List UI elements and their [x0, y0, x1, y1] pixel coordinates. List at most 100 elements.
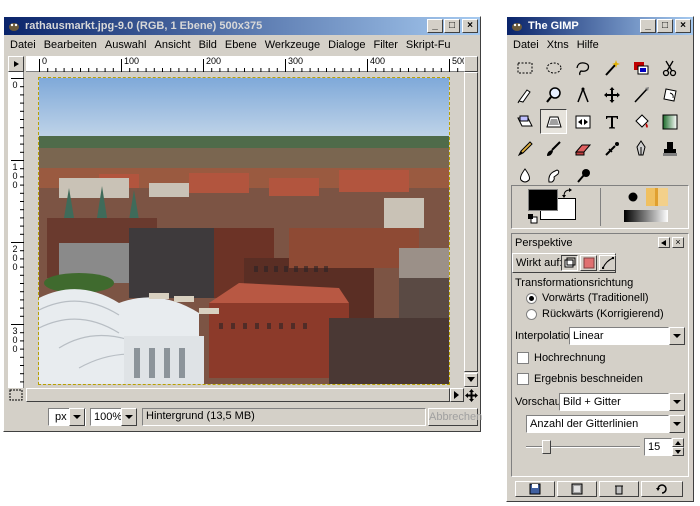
- menu-skript-fu[interactable]: Skript-Fu: [402, 39, 455, 51]
- paintbrush-tool[interactable]: [540, 136, 567, 161]
- rect-select-tool[interactable]: [511, 55, 538, 80]
- vertical-scrollbar[interactable]: [464, 72, 478, 388]
- slider-thumb[interactable]: [542, 440, 551, 454]
- scale-tool[interactable]: [511, 109, 538, 134]
- menu-ebene[interactable]: Ebene: [221, 39, 261, 51]
- direction-backward-option[interactable]: Rückwärts (Korrigierend): [526, 308, 676, 322]
- transform-selection-button[interactable]: [580, 255, 597, 271]
- toolbox-titlebar[interactable]: The GIMP _ □ ×: [507, 17, 693, 35]
- grid-count-spinner[interactable]: [672, 438, 684, 456]
- quick-mask-arrow-button[interactable]: [8, 56, 24, 72]
- move-tool[interactable]: [598, 82, 625, 107]
- toolbox-maximize-button[interactable]: □: [657, 19, 673, 33]
- color-picker-tool[interactable]: [540, 82, 567, 107]
- interpolation-dropdown-button[interactable]: [669, 327, 685, 345]
- color-select-tool[interactable]: [627, 55, 654, 80]
- horizontal-scrollbar[interactable]: [26, 388, 464, 402]
- menu-bearbeiten[interactable]: Bearbeiten: [40, 39, 101, 51]
- bucket-fill-tool[interactable]: [627, 109, 654, 134]
- close-button[interactable]: ×: [462, 19, 478, 33]
- save-options-button[interactable]: [515, 481, 555, 497]
- gradient-preview[interactable]: [624, 210, 668, 222]
- brush-preview[interactable]: [624, 188, 642, 206]
- text-tool[interactable]: [598, 109, 625, 134]
- tool-options-header: Perspektive ×: [512, 234, 688, 252]
- maximize-button[interactable]: □: [444, 19, 460, 33]
- blend-tool[interactable]: [656, 109, 683, 134]
- navigate-button[interactable]: [464, 56, 478, 72]
- grid-mode-select[interactable]: Anzahl der Gitterlinien: [526, 415, 669, 433]
- menu-dialoge[interactable]: Dialoge: [324, 39, 369, 51]
- unit-dropdown-button[interactable]: [69, 408, 85, 426]
- swap-colors-icon[interactable]: [562, 188, 572, 198]
- toolbox-close-button[interactable]: ×: [675, 19, 691, 33]
- spin-up-button[interactable]: [672, 438, 684, 447]
- restore-options-button[interactable]: [557, 481, 597, 497]
- panel-close-button[interactable]: ×: [672, 237, 684, 248]
- menu-ansicht[interactable]: Ansicht: [150, 39, 194, 51]
- direction-forward-option[interactable]: Vorwärts (Traditionell): [526, 292, 676, 306]
- zoom-dropdown-button[interactable]: [121, 408, 137, 426]
- panel-menu-button[interactable]: [658, 237, 670, 248]
- ellipse-select-tool[interactable]: [540, 55, 567, 80]
- airbrush-tool[interactable]: [598, 136, 625, 161]
- scroll-right-arrow[interactable]: [450, 388, 464, 402]
- interpolation-select[interactable]: Linear: [569, 327, 669, 345]
- quick-mask-toggle-icon[interactable]: [8, 388, 24, 402]
- canvas-area[interactable]: [25, 73, 464, 388]
- selection-icon: [583, 257, 594, 269]
- toolbox-menu-hilfe[interactable]: Hilfe: [573, 39, 603, 51]
- cancel-button[interactable]: Abbrechen: [428, 408, 482, 426]
- spin-down-button[interactable]: [672, 447, 684, 456]
- paths-tool[interactable]: [511, 82, 538, 107]
- image-window-titlebar[interactable]: rathausmarkt.jpg-9.0 (RGB, 1 Ebene) 500x…: [4, 17, 480, 35]
- rotate-tool[interactable]: [656, 82, 683, 107]
- move-navigation-icon[interactable]: [464, 388, 478, 402]
- menu-auswahl[interactable]: Auswahl: [101, 39, 151, 51]
- lasso-icon: [575, 61, 589, 75]
- clip-result-checkbox[interactable]: [517, 373, 529, 385]
- supersample-checkbox[interactable]: [517, 352, 529, 364]
- measure-tool[interactable]: [569, 82, 596, 107]
- scroll-down-arrow[interactable]: [464, 373, 478, 387]
- toolbox-menu-xtns[interactable]: Xtns: [543, 39, 573, 51]
- toolbox-menu-datei[interactable]: Datei: [509, 39, 543, 51]
- foreground-color-swatch[interactable]: [528, 189, 558, 211]
- pattern-preview[interactable]: [646, 188, 668, 206]
- preview-select[interactable]: Bild + Gitter: [559, 393, 669, 411]
- transform-layer-button[interactable]: [561, 255, 578, 271]
- clone-tool[interactable]: [656, 136, 683, 161]
- gimp-wilber-icon: [7, 19, 21, 33]
- scissors-select-tool[interactable]: [656, 55, 683, 80]
- vertical-scrollbar-thumb[interactable]: [464, 72, 478, 372]
- trash-icon: [615, 485, 623, 495]
- ink-tool[interactable]: [627, 136, 654, 161]
- zoom-input[interactable]: 100%: [90, 408, 122, 426]
- grid-count-input[interactable]: 15: [644, 438, 672, 456]
- menu-werkzeuge[interactable]: Werkzeuge: [261, 39, 324, 51]
- image-photo[interactable]: [38, 77, 450, 385]
- toolbox-minimize-button[interactable]: _: [640, 19, 656, 33]
- delete-options-button[interactable]: [599, 481, 639, 497]
- flip-tool[interactable]: [569, 109, 596, 134]
- eraser-tool[interactable]: [569, 136, 596, 161]
- crop-tool[interactable]: [627, 82, 654, 107]
- reset-options-button[interactable]: [641, 481, 683, 497]
- direction-backward-radio[interactable]: [526, 309, 537, 320]
- pencil-tool[interactable]: [511, 136, 538, 161]
- horizontal-scrollbar-thumb[interactable]: [26, 388, 450, 402]
- direction-forward-radio[interactable]: [526, 293, 537, 304]
- menu-filter[interactable]: Filter: [369, 39, 401, 51]
- perspective-tool[interactable]: [540, 109, 567, 134]
- menu-datei[interactable]: Datei: [6, 39, 40, 51]
- fuzzy-select-tool[interactable]: [598, 55, 625, 80]
- lasso-select-tool[interactable]: [569, 55, 596, 80]
- preview-dropdown-button[interactable]: [669, 393, 685, 411]
- grid-mode-dropdown-button[interactable]: [669, 415, 685, 433]
- transform-path-button[interactable]: [599, 255, 616, 271]
- image-menubar: Datei Bearbeiten Auswahl Ansicht Bild Eb…: [4, 35, 480, 54]
- menu-bild[interactable]: Bild: [195, 39, 221, 51]
- minimize-button[interactable]: _: [427, 19, 443, 33]
- grid-count-slider[interactable]: [526, 440, 640, 454]
- default-colors-icon[interactable]: [528, 214, 538, 224]
